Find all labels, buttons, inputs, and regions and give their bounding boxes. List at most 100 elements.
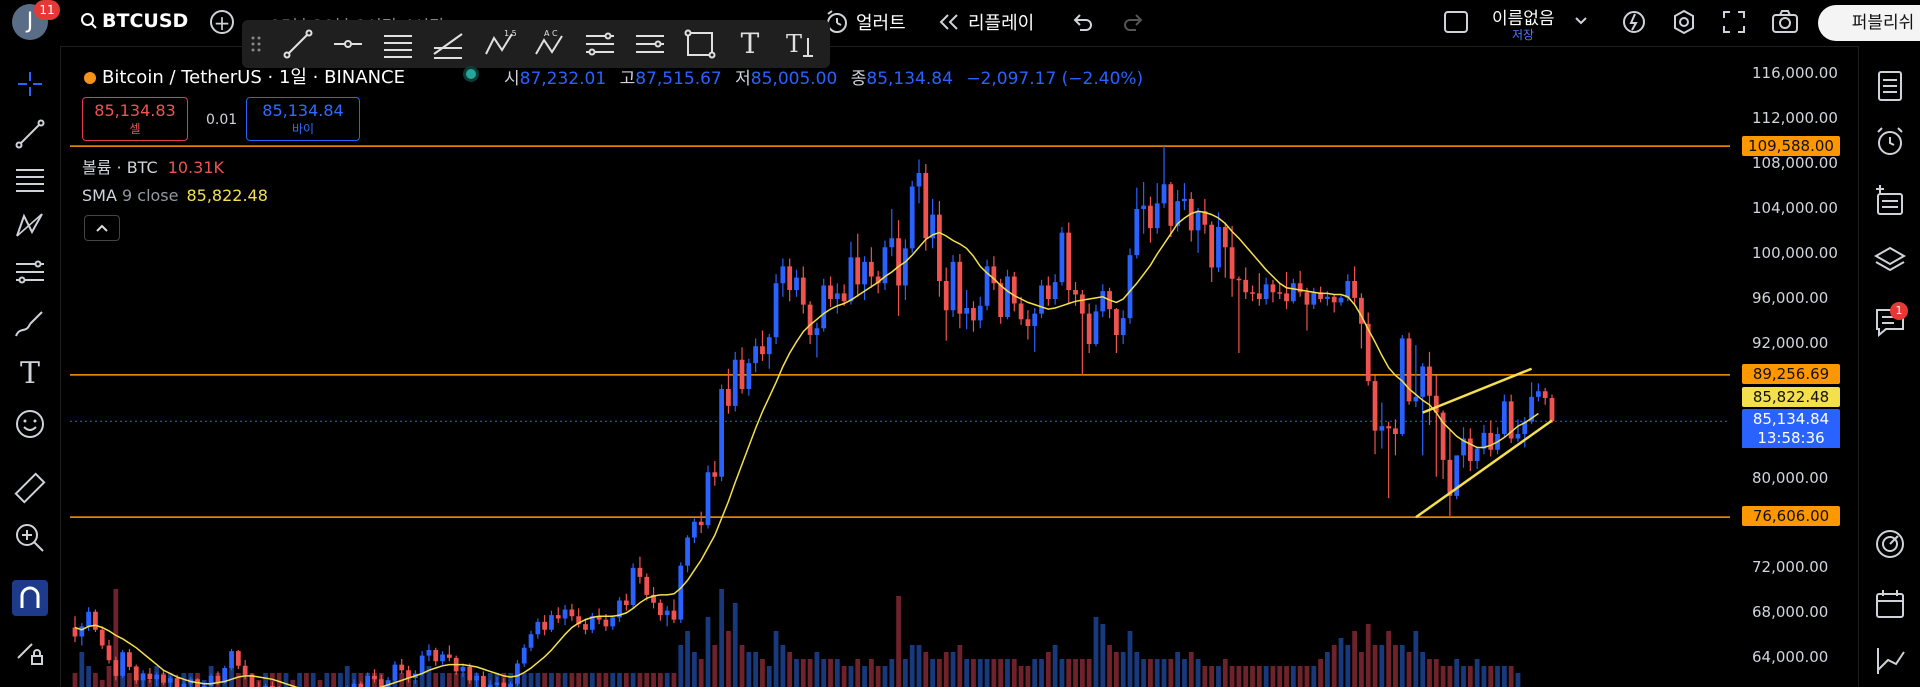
candle-body [868, 261, 874, 277]
volume-bar [93, 673, 98, 687]
anchored-text-icon[interactable]: T [782, 28, 818, 60]
volume-bar [1182, 659, 1187, 687]
candle-body [1168, 184, 1174, 226]
volume-bar [1372, 645, 1378, 687]
candle-body [787, 266, 793, 290]
sell-button[interactable]: 85,134.83 셀 [82, 97, 188, 141]
candle-body [630, 567, 636, 605]
projection-icon[interactable] [582, 28, 618, 60]
candle-body [1311, 292, 1317, 305]
volume-bar [1100, 624, 1106, 687]
candle-body [1413, 396, 1419, 402]
volume-bar [807, 659, 813, 687]
volume-bar [814, 652, 820, 687]
candle-body [1352, 281, 1357, 298]
volume-bar [1202, 666, 1208, 687]
candle-body [86, 611, 91, 627]
volume-bar [1114, 652, 1119, 687]
volume-bar [692, 652, 697, 687]
date-range-icon[interactable] [632, 28, 668, 60]
candle-body [1379, 426, 1385, 431]
volume-bar [1461, 666, 1466, 687]
high-value: 87,515.67 [635, 69, 722, 89]
volume-bar [331, 673, 337, 687]
candle-body [1420, 366, 1426, 397]
candle-body [1141, 205, 1146, 209]
candle-body [467, 666, 473, 681]
buy-button[interactable]: 85,134.84 바이 [246, 97, 360, 141]
candle-body [998, 283, 1004, 317]
xabcd-pattern-icon[interactable]: 1 5 [482, 28, 518, 60]
volume-bar [1318, 659, 1323, 687]
volume-bar [651, 673, 656, 687]
volume-bar [1304, 666, 1310, 687]
candle-body [365, 675, 371, 687]
abc-pattern-icon[interactable]: A C [532, 28, 568, 60]
hline-price-label: 109,588.00 [1742, 136, 1840, 156]
price-tick: 96,000.00 [1752, 289, 1829, 307]
volume-bar [828, 659, 833, 687]
chart-symbol-title[interactable]: Bitcoin / TetherUS · 1일 · BINANCE [84, 63, 405, 89]
volume-bar [794, 659, 799, 687]
candle-body [1114, 309, 1119, 335]
volume-bar [1454, 659, 1460, 687]
horizontal-ray-icon[interactable] [330, 28, 366, 60]
fib-channel-icon[interactable] [430, 28, 466, 60]
close-value: 85,134.84 [866, 69, 953, 89]
candle-body [685, 537, 690, 566]
trend-line-tool-icon[interactable] [280, 28, 316, 60]
candle-body [712, 472, 718, 477]
candle-body [964, 308, 970, 314]
plot-area [70, 145, 1730, 687]
price-tick: 100,000.00 [1752, 244, 1838, 262]
candle-body [1488, 432, 1494, 450]
sma-value: 85,822.48 [186, 186, 268, 205]
candle-body [657, 602, 663, 616]
candle-body [1066, 232, 1072, 290]
volume-bar [984, 659, 990, 687]
candle-body [1052, 282, 1058, 299]
candle-body [760, 346, 765, 355]
candle-body [93, 611, 98, 630]
volume-bar [453, 673, 459, 687]
volume-legend[interactable]: 볼륨 · BTC 10.31K [82, 154, 224, 178]
volume-bar [440, 673, 445, 687]
parallel-channel-icon[interactable] [380, 28, 416, 60]
volume-bar [800, 659, 806, 687]
volume-bar [106, 666, 112, 687]
drag-handle-icon[interactable] [250, 34, 262, 54]
volume-bar [1481, 666, 1487, 687]
candle-body [79, 626, 85, 637]
candle-body [1025, 319, 1031, 326]
volume-bar [297, 673, 302, 687]
rectangle-icon[interactable] [682, 28, 718, 60]
volume-bar [644, 673, 650, 687]
candle-body [419, 655, 425, 674]
candle-body [794, 277, 799, 290]
buy-label: 바이 [291, 122, 315, 136]
volume-bar [610, 673, 616, 687]
candle-body [147, 673, 153, 680]
candle-body [1549, 398, 1555, 422]
high-key: 고 [619, 69, 636, 89]
sma-legend[interactable]: SMA 9 close 85,822.48 [82, 186, 268, 205]
volume-bar [780, 645, 786, 687]
volume-bar [685, 631, 690, 687]
candle-body [1045, 285, 1051, 299]
candle-body [1182, 198, 1187, 202]
price-tick: 92,000.00 [1752, 334, 1829, 352]
text-icon[interactable]: T [732, 28, 768, 60]
candle-body [909, 186, 915, 249]
volume-bar [1243, 666, 1249, 687]
candle-body [1536, 391, 1541, 397]
volume-bar [72, 673, 78, 687]
collapse-legend-button[interactable] [84, 215, 120, 241]
volume-bar [1127, 631, 1133, 687]
candle-body [494, 682, 500, 685]
volume-bar [1011, 659, 1017, 687]
candle-body [99, 629, 105, 646]
candle-body [644, 576, 650, 595]
sma-label: SMA [82, 186, 117, 205]
volume-bar [991, 659, 997, 687]
candle-body [692, 521, 697, 538]
